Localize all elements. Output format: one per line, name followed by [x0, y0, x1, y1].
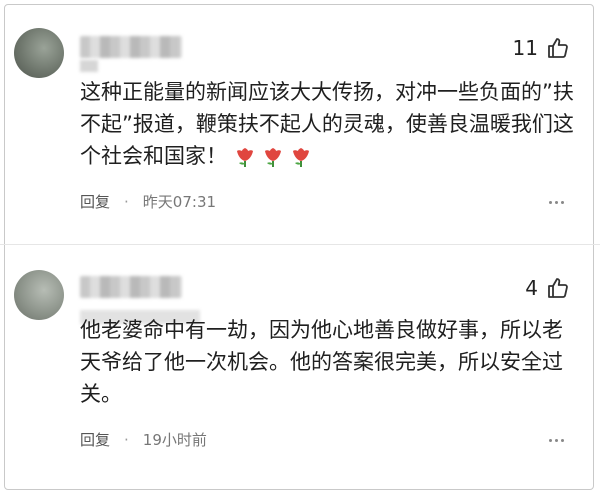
- tulip-icon: [261, 145, 285, 169]
- comment-item: 4 他老婆命中有一劫，因为他心地善良做好事，所以老天爷给了他一次机会。他的答案很…: [0, 252, 600, 495]
- user-badge-blurred: [80, 60, 98, 72]
- username-blurred[interactable]: [80, 36, 182, 58]
- separator-dot: ·: [124, 430, 129, 449]
- divider: [0, 244, 600, 245]
- avatar[interactable]: [14, 270, 64, 320]
- tulip-icon: [289, 145, 313, 169]
- like-count: 11: [512, 36, 538, 60]
- thumbs-up-icon[interactable]: [546, 276, 570, 300]
- like-control[interactable]: 11: [513, 36, 570, 60]
- like-control[interactable]: 4: [525, 276, 570, 300]
- reply-button[interactable]: 回复: [80, 191, 110, 212]
- comment-text: 这种正能量的新闻应该大大传扬，对冲一些负面的”扶不起”报道，鞭策扶不起人的灵魂，…: [80, 80, 574, 169]
- avatar[interactable]: [14, 28, 64, 78]
- thumbs-up-icon[interactable]: [546, 36, 570, 60]
- more-options-icon[interactable]: [549, 201, 564, 204]
- like-count: 4: [525, 276, 538, 300]
- comment-text: 他老婆命中有一劫，因为他心地善良做好事，所以老天爷给了他一次机会。他的答案很完美…: [80, 318, 563, 406]
- reply-button[interactable]: 回复: [80, 429, 110, 450]
- tulip-icon: [233, 145, 257, 169]
- comment-meta: 回复 · 昨天07:31: [80, 191, 216, 212]
- comment-meta: 回复 · 19小时前: [80, 429, 207, 450]
- timestamp: 昨天07:31: [142, 193, 217, 211]
- comment-item: 11 这种正能量的新闻应该大大传扬，对冲一些负面的”扶不起”报道，鞭策扶不起人的…: [0, 0, 600, 240]
- timestamp: 19小时前: [142, 431, 207, 449]
- more-options-icon[interactable]: [549, 439, 564, 442]
- emoji-group: [233, 145, 313, 169]
- username-blurred[interactable]: [80, 276, 182, 298]
- separator-dot: ·: [124, 192, 129, 211]
